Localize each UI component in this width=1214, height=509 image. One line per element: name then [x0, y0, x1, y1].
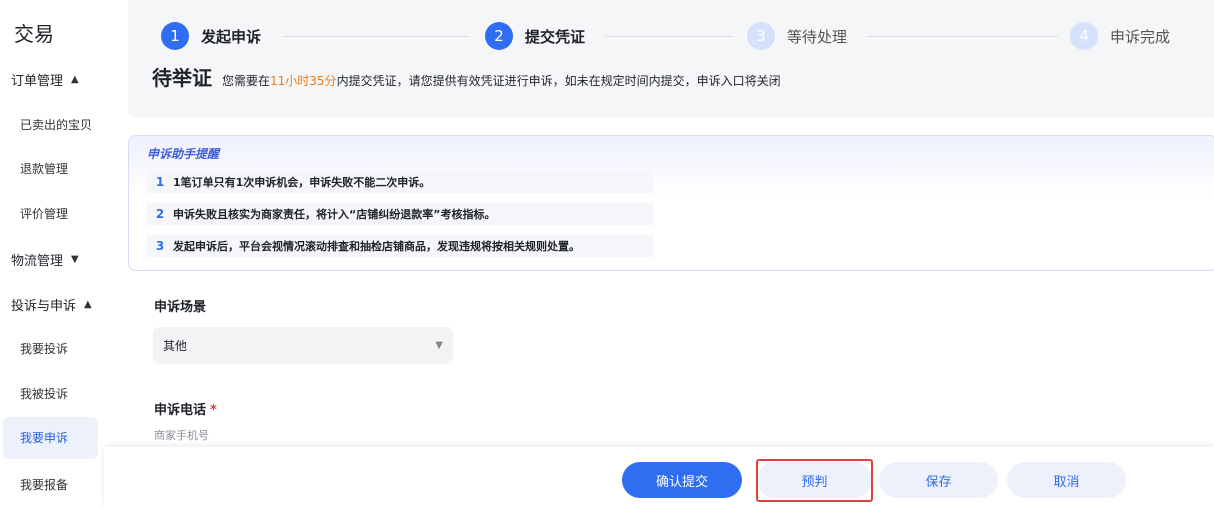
step-label: 发起申诉	[201, 27, 262, 46]
scene-label: 申诉场景	[154, 300, 207, 315]
chevron-up-icon: ▲	[84, 299, 92, 310]
sidebar-item-sold[interactable]: 已卖出的宝贝	[20, 116, 92, 133]
phone-label: 申诉电话 *	[154, 403, 217, 418]
step-connector	[866, 36, 1058, 37]
confirm-submit-button[interactable]: 确认提交	[622, 462, 742, 498]
annotation-highlight-box	[756, 459, 873, 502]
sidebar-item-report[interactable]: 我要报备	[20, 476, 68, 493]
notice-item: 1 1笔订单只有1次申诉机会，申诉失败不能二次申诉。	[147, 171, 653, 193]
appeal-tips-panel: 申诉助手提醒 1 1笔订单只有1次申诉机会，申诉失败不能二次申诉。 2 申诉失败且核…	[128, 135, 1214, 271]
sidebar: 交易 订单管理 ▲ 已卖出的宝贝 退款管理 评价管理 物流管理 ▼ 投诉与申诉 …	[0, 0, 110, 509]
sidebar-item-reviews[interactable]: 评价管理	[20, 205, 68, 222]
step-label: 等待处理	[787, 27, 848, 46]
phone-hint: 商家手机号	[154, 429, 209, 442]
sidebar-item-appeal[interactable]: 我要申诉	[3, 417, 98, 459]
sidebar-item-refunds[interactable]: 退款管理	[20, 160, 68, 177]
step-label: 提交凭证	[525, 27, 586, 46]
sidebar-group-complaints[interactable]: 投诉与申诉 ▲	[11, 295, 92, 314]
sidebar-title: 交易	[14, 22, 54, 46]
progress-panel	[128, 0, 1214, 118]
sidebar-group-label: 订单管理	[11, 74, 64, 89]
step-number: 2	[485, 22, 513, 50]
step-initiate: 1 发起申诉	[161, 22, 261, 50]
required-mark: *	[210, 403, 217, 418]
sidebar-group-label: 投诉与申诉	[11, 299, 77, 314]
notice-item: 3 发起申诉后，平台会视情况滚动排查和抽检店铺商品，发现违规将按相关规则处置。	[147, 235, 653, 257]
step-label: 申诉完成	[1110, 27, 1171, 46]
sidebar-group-label: 物流管理	[11, 254, 64, 269]
step-connector	[282, 36, 470, 37]
chevron-down-icon: ▼	[71, 254, 79, 265]
step-number: 3	[747, 22, 775, 50]
save-button[interactable]: 保存	[879, 462, 998, 498]
step-connector	[605, 36, 733, 37]
step-submit-evidence: 2 提交凭证	[485, 22, 585, 50]
notice-item: 2 申诉失败且核实为商家责任，将计入“店铺纠纷退款率”考核指标。	[147, 203, 653, 225]
status-title: 待举证	[152, 66, 212, 90]
step-number: 1	[161, 22, 189, 50]
scene-value: 其他	[163, 339, 188, 353]
status-description: 您需要在11小时35分内提交凭证，请您提供有效凭证进行申诉，如未在规定时间内提交…	[222, 74, 781, 88]
sidebar-group-orders[interactable]: 订单管理 ▲	[11, 70, 79, 89]
chevron-down-icon: ▼	[435, 340, 443, 351]
chevron-up-icon: ▲	[71, 74, 79, 85]
sidebar-group-logistics[interactable]: 物流管理 ▼	[11, 250, 79, 269]
status-heading: 待举证 您需要在11小时35分内提交凭证，请您提供有效凭证进行申诉，如未在规定时…	[152, 62, 781, 91]
scene-select[interactable]: 其他 ▼	[153, 327, 453, 364]
step-number: 4	[1070, 22, 1098, 50]
cancel-button[interactable]: 取消	[1007, 462, 1126, 498]
sidebar-item-received-complaints[interactable]: 我被投诉	[20, 385, 68, 402]
step-waiting: 3 等待处理	[747, 22, 847, 50]
sidebar-item-file-complaint[interactable]: 我要投诉	[20, 340, 68, 357]
countdown-time: 11小时35分	[270, 74, 337, 88]
notice-title: 申诉助手提醒	[147, 147, 220, 161]
step-complete: 4 申诉完成	[1070, 22, 1170, 50]
